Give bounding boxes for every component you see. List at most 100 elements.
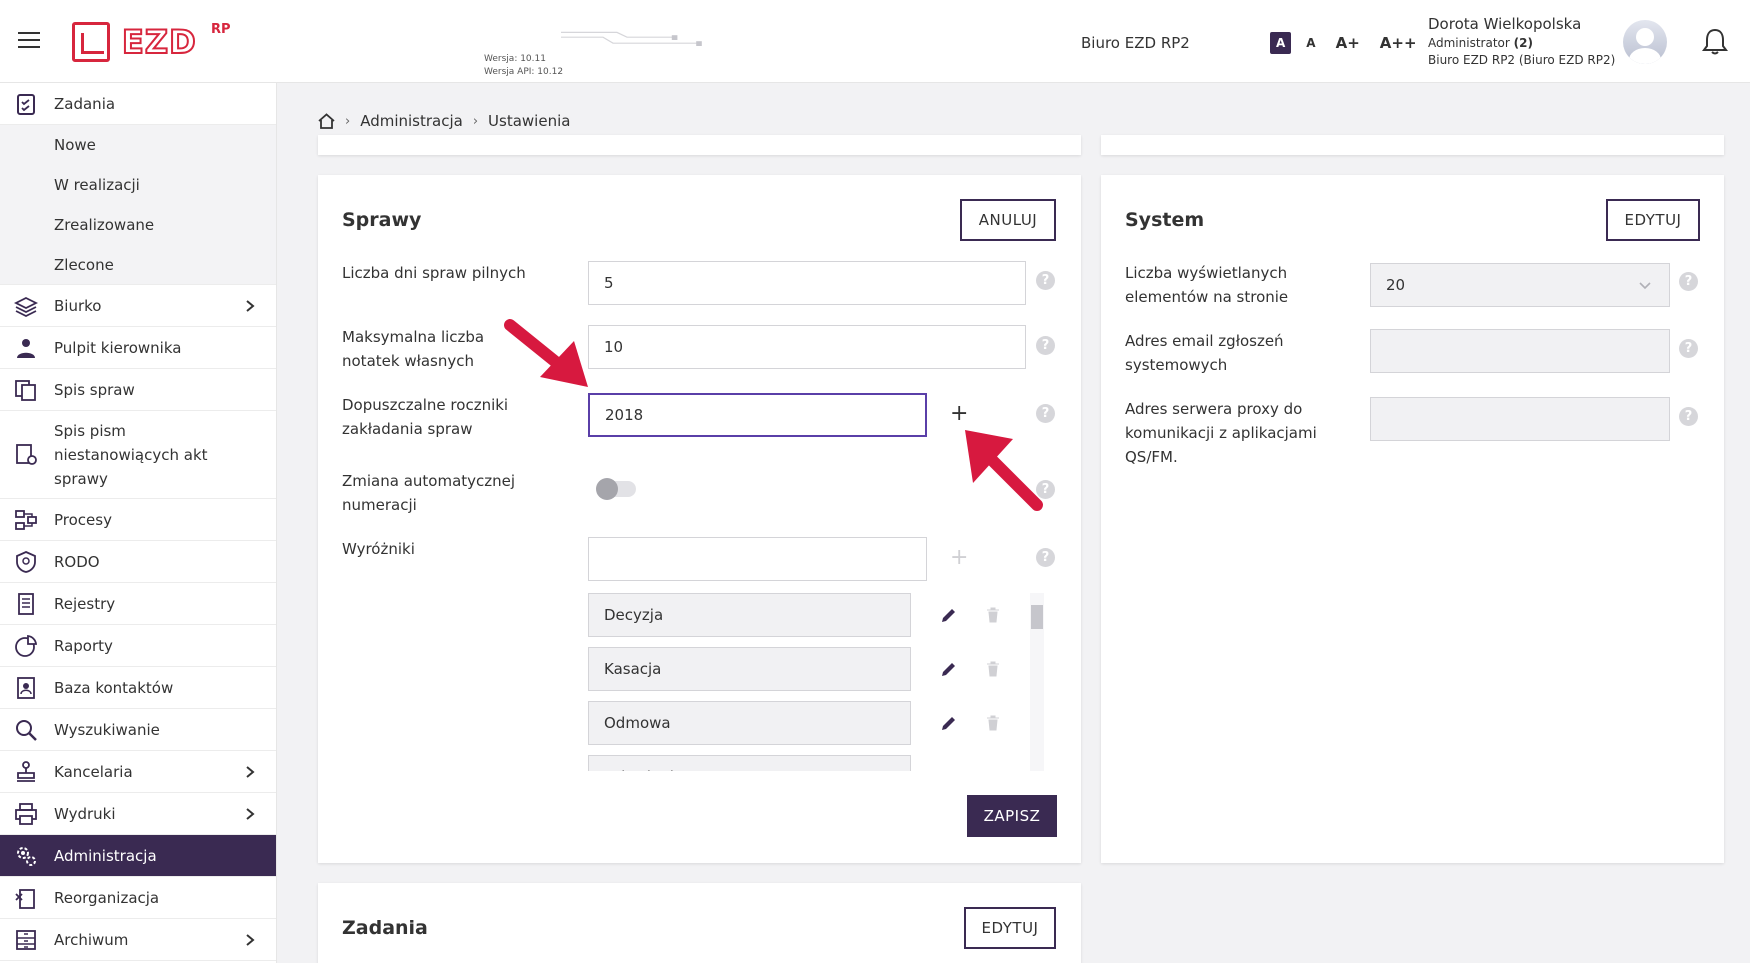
save-button[interactable]: ZAPISZ [967, 795, 1057, 837]
sprawy-card: Sprawy ANULUJ Liczba dni spraw pilnych 5… [318, 175, 1081, 863]
add-year-icon[interactable]: + [950, 401, 968, 426]
add-marker-icon[interactable]: + [950, 545, 968, 570]
home-icon[interactable] [318, 113, 335, 129]
system-edit-button[interactable]: EDYTUJ [1606, 199, 1700, 241]
max-notes-input[interactable]: 10 [588, 325, 1026, 369]
trash-icon[interactable] [986, 607, 1000, 623]
help-icon[interactable]: ? [1036, 271, 1055, 290]
sidebar-item-reorganizacja[interactable]: Reorganizacja [0, 877, 276, 919]
font-size-large[interactable]: A+ [1331, 32, 1365, 54]
contacts-icon [17, 676, 35, 699]
font-size-small[interactable]: A [1301, 34, 1320, 52]
sidebar-item-zadania[interactable]: Zadania [0, 83, 276, 125]
markers-list: Decyzja Kasacja Odmowa Odwołanie [588, 593, 1050, 771]
email-input[interactable] [1370, 329, 1670, 373]
organization-name: Biuro EZD RP2 [1081, 34, 1190, 52]
annotation-arrow-icon [965, 430, 1043, 511]
proxy-input[interactable] [1370, 397, 1670, 441]
documents-icon [15, 379, 36, 401]
sidebar-item-label: Rejestry [54, 594, 116, 613]
sidebar-item-wyszukiwanie[interactable]: Wyszukiwanie [0, 709, 276, 751]
sidebar-item-label: Nowe [54, 136, 96, 154]
sidebar-item-label: Archiwum [54, 930, 129, 949]
font-size-xlarge[interactable]: A++ [1375, 32, 1422, 54]
pencil-icon[interactable] [940, 606, 958, 624]
list-item: Odmowa [588, 701, 911, 745]
system-card: System EDYTUJ Liczba wyświetlanych eleme… [1101, 175, 1724, 863]
system-title: System [1125, 209, 1205, 231]
help-icon[interactable]: ? [1036, 404, 1055, 423]
zadania-card: Zadania EDYTUJ [318, 883, 1081, 963]
help-icon[interactable]: ? [1679, 272, 1698, 291]
bell-icon[interactable] [1702, 27, 1728, 55]
api-version-label: Wersja API: 10.12 [484, 67, 564, 77]
font-size-default[interactable]: A [1270, 32, 1292, 54]
sidebar-item-pulpit-kierownika[interactable]: Pulpit kierownika [0, 327, 276, 369]
user-info[interactable]: Dorota Wielkopolska Administrator (2) Bi… [1428, 15, 1615, 67]
sidebar-item-archiwum[interactable]: Archiwum [0, 919, 276, 961]
menu-icon[interactable] [18, 32, 40, 50]
breadcrumb-separator: › [472, 113, 479, 129]
auto-numbering-label: Zmiana automatycznej numeracji [342, 472, 516, 514]
chevron-right-icon [246, 933, 255, 946]
version-label: Wersja: 10.11 [484, 54, 546, 64]
document-share-icon [16, 443, 37, 465]
markers-scrollbar-thumb[interactable] [1031, 605, 1043, 629]
list-item: Odwołanie [588, 755, 911, 771]
sidebar-item-baza-kontaktow[interactable]: Baza kontaktów [0, 667, 276, 709]
items-per-page-select[interactable]: 20 [1370, 263, 1670, 307]
sidebar-item-raporty[interactable]: Raporty [0, 625, 276, 667]
sidebar-item-nowe[interactable]: Nowe [0, 125, 276, 165]
sidebar-item-label: Baza kontaktów [54, 678, 174, 697]
manager-icon [17, 338, 35, 358]
sidebar-item-zrealizowane[interactable]: Zrealizowane [0, 205, 276, 245]
sidebar-item-kancelaria[interactable]: Kancelaria [0, 751, 276, 793]
avatar[interactable] [1623, 20, 1667, 64]
years-input[interactable]: 2018 [588, 393, 927, 437]
sidebar-item-administracja[interactable]: Administracja [0, 835, 276, 877]
sidebar-item-biurko[interactable]: Biurko [0, 285, 276, 327]
app-logo[interactable]: EZD RP [72, 20, 252, 64]
list-item: Kasacja [588, 647, 911, 691]
gears-icon [17, 846, 36, 866]
items-per-page-label: Liczba wyświetlanych elementów na stroni… [1125, 264, 1289, 306]
help-icon[interactable]: ? [1679, 339, 1698, 358]
top-header: EZD RP Wersja: 10.11 Wersja API: 10.12 B… [0, 0, 1750, 83]
sidebar-item-label: Biurko [54, 296, 102, 315]
auto-numbering-toggle[interactable] [596, 478, 636, 500]
sidebar-item-procesy[interactable]: Procesy [0, 499, 276, 541]
chevron-right-icon [246, 807, 255, 820]
user-unit: Biuro EZD RP2 (Biuro EZD RP2) [1428, 53, 1616, 67]
zadania-edit-button[interactable]: EDYTUJ [964, 907, 1056, 949]
layers-icon [14, 296, 38, 317]
cancel-button[interactable]: ANULUJ [960, 199, 1056, 241]
pencil-icon[interactable] [940, 714, 958, 732]
version-graphic-icon [561, 31, 702, 46]
card-partial-right [1101, 135, 1724, 155]
card-partial-left [318, 135, 1081, 155]
help-icon[interactable]: ? [1036, 548, 1055, 567]
help-icon[interactable]: ? [1679, 407, 1698, 426]
sidebar-item-label: Zrealizowane [54, 216, 155, 234]
pencil-icon[interactable] [940, 768, 958, 771]
breadcrumb-separator: › [345, 113, 351, 129]
sidebar-item-label: W realizacji [54, 176, 140, 194]
help-icon[interactable]: ? [1036, 336, 1055, 355]
trash-icon[interactable] [986, 661, 1000, 677]
breadcrumb-item-administracja[interactable]: Administracja [360, 112, 463, 130]
breadcrumb: › Administracja › Ustawienia [318, 112, 570, 130]
pencil-icon[interactable] [940, 660, 958, 678]
sidebar-item-zlecone[interactable]: Zlecone [0, 245, 276, 285]
sidebar-item-rejestry[interactable]: Rejestry [0, 583, 276, 625]
sidebar-item-wydruki[interactable]: Wydruki [0, 793, 276, 835]
sidebar-item-label: Procesy [54, 510, 112, 529]
urgent-days-input[interactable]: 5 [588, 261, 1026, 305]
trash-icon[interactable] [986, 715, 1000, 731]
markers-input[interactable] [588, 537, 927, 581]
markers-label: Wyróżniki [342, 540, 415, 558]
sidebar-item-spis-pism[interactable]: Spis pism niestanowiących akt sprawy [0, 411, 276, 499]
sidebar-item-w-realizacji[interactable]: W realizacji [0, 165, 276, 205]
sidebar-item-label: Zadania [54, 94, 116, 113]
sidebar-item-rodo[interactable]: RODO [0, 541, 276, 583]
sidebar-item-spis-spraw[interactable]: Spis spraw [0, 369, 276, 411]
